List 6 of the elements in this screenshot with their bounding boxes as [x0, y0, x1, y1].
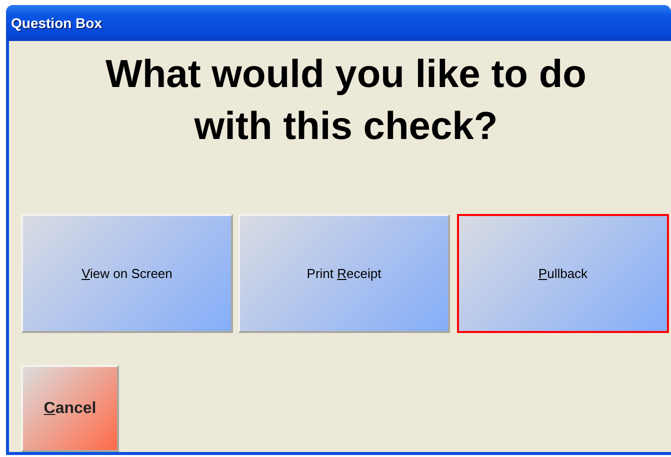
choice-button[interactable]: Pullback [457, 214, 669, 333]
question-text: What would you like to do with this check? [104, 52, 588, 150]
choice-button[interactable]: View on Screen [21, 214, 233, 333]
window-title: Question Box [11, 15, 102, 31]
cancel-button[interactable]: Cancel [21, 365, 119, 452]
choice-button[interactable]: Print Receipt [238, 214, 450, 333]
